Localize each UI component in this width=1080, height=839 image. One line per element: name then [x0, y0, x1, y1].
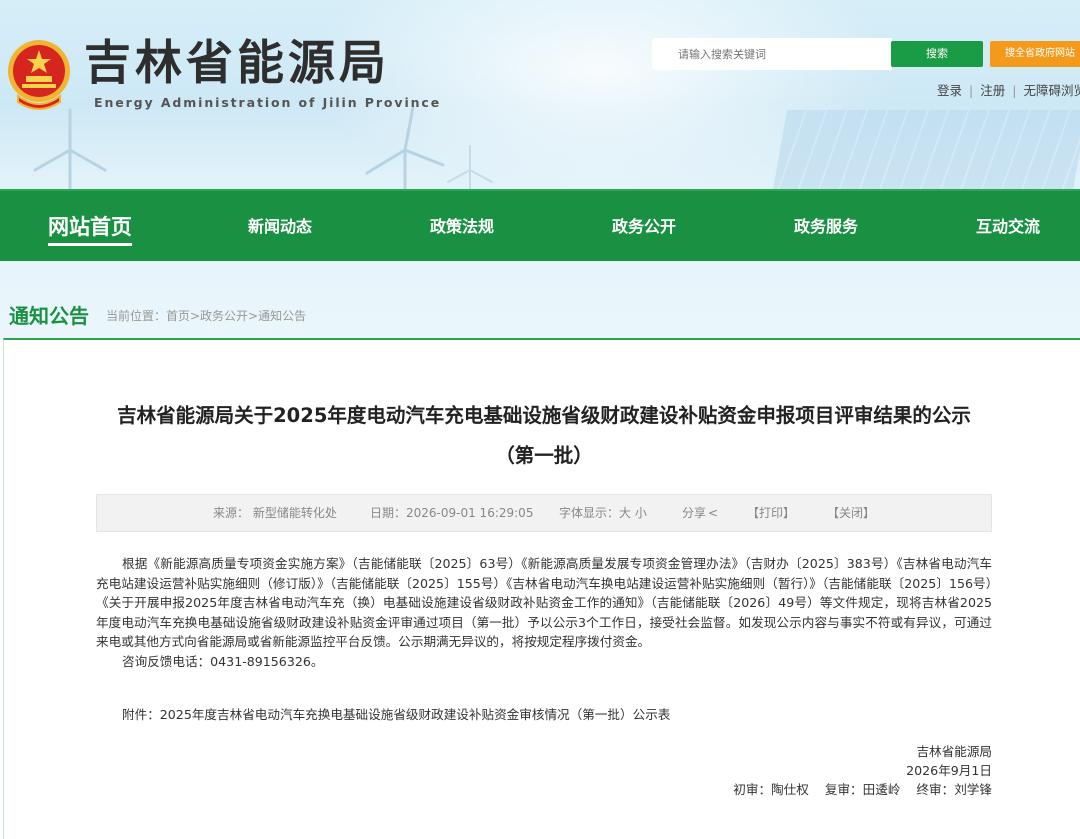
- hotline-text: 咨询反馈电话：0431-89156326。: [122, 653, 324, 669]
- section-title: 通知公告: [9, 304, 89, 328]
- top-links: 登录 | 注册 | 无障碍浏览: [937, 80, 1080, 99]
- register-link[interactable]: 注册: [980, 83, 1005, 98]
- site-subtitle: Energy Administration of Jilin Province: [94, 95, 442, 110]
- article-date: 日期：2026-09-01 16:29:05: [370, 506, 534, 520]
- solar-panels-decoration: [772, 110, 1080, 190]
- nav-item-interaction[interactable]: 互动交流: [976, 191, 1040, 263]
- search-input[interactable]: [652, 38, 892, 70]
- search-button[interactable]: 搜索: [891, 41, 983, 67]
- signature-reviewers: 初审：陶仕权 复审：田逶岭 终审：刘学锋: [733, 782, 992, 797]
- share-button[interactable]: 分享 <: [682, 495, 718, 531]
- national-emblem-icon: [8, 40, 70, 110]
- nav-item-policy[interactable]: 政策法规: [430, 191, 494, 263]
- article-title-line2: （第一批）: [495, 444, 593, 467]
- search-box: [652, 38, 892, 70]
- article-source: 来源： 新型储能转化处: [213, 506, 337, 520]
- site-header: 吉林省能源局 Energy Administration of Jilin Pr…: [0, 0, 1080, 190]
- nav-item-news[interactable]: 新闻动态: [248, 191, 312, 263]
- article-title-line1: 吉林省能源局关于2025年度电动汽车充电基础设施省级财政建设补贴资金申报项目评审…: [117, 404, 971, 427]
- article-meta-bar: 来源： 新型储能转化处 日期：2026-09-01 16:29:05 字体显示：…: [96, 494, 992, 532]
- body-paragraph: 根据《新能源高质量专项资金实施方案》（吉能储能联〔2025〕63号）《新能源高质…: [96, 556, 992, 649]
- share-icon: <: [708, 506, 719, 520]
- signature-org: 吉林省能源局: [916, 744, 992, 759]
- breadcrumb-strip: [0, 261, 1080, 338]
- share-label: 分享: [682, 506, 707, 520]
- main-nav: 网站首页 新闻动态 政策法规 政务公开 政务服务 互动交流: [0, 189, 1080, 261]
- province-search-button[interactable]: 搜全省政府网站: [990, 41, 1080, 67]
- nav-item-gov-affairs[interactable]: 政务公开: [612, 191, 676, 263]
- wind-turbine-icon: [447, 145, 493, 190]
- nav-item-services[interactable]: 政务服务: [794, 191, 858, 263]
- signature-date: 2026年9月1日: [906, 763, 992, 778]
- login-link[interactable]: 登录: [937, 83, 962, 98]
- close-button[interactable]: 【关闭】: [827, 495, 875, 531]
- article-title: 吉林省能源局关于2025年度电动汽车充电基础设施省级财政建设补贴资金申报项目评审…: [95, 396, 993, 476]
- breadcrumb[interactable]: 当前位置：首页>政务公开>通知公告: [106, 307, 306, 324]
- print-button[interactable]: 【打印】: [747, 495, 795, 531]
- site-title: 吉林省能源局: [84, 36, 390, 91]
- accessibility-link[interactable]: 无障碍浏览: [1023, 83, 1080, 98]
- font-size-control[interactable]: 字体显示：大 小: [559, 495, 647, 531]
- nav-item-home[interactable]: 网站首页: [48, 191, 132, 263]
- article-body: 根据《新能源高质量专项资金实施方案》（吉能储能联〔2025〕63号）《新能源高质…: [96, 554, 992, 671]
- attachment-link[interactable]: 附件：2025年度吉林省电动汽车充换电基础设施省级财政建设补贴资金审核情况（第一…: [122, 704, 670, 723]
